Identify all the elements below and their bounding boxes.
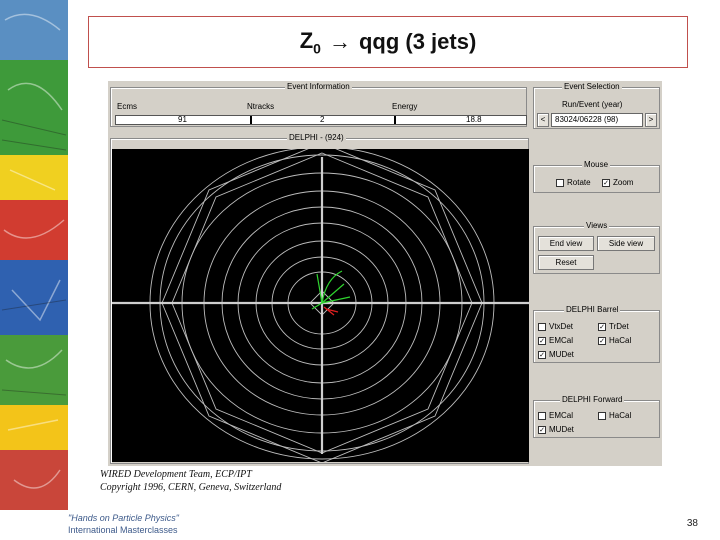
checkmark-icon: ✓ [538,336,546,345]
zoom-checkbox[interactable]: ✓ Zoom [602,178,633,187]
reset-button[interactable]: Reset [538,255,594,270]
views-panel: Views End view Side view Reset [533,221,660,274]
detector-svg [112,142,529,464]
credits-line1: WIRED Development Team, ECP/IPT [100,469,252,480]
barrel-trdet-checkbox[interactable]: ✓ TrDet [598,322,629,331]
detector-display[interactable] [112,142,529,464]
display-title: DELPHI - (924) [287,133,346,142]
barrel-panel: DELPHI Barrel VtxDet ✓ TrDet ✓ EMCal ✓ HaCa… [533,305,660,363]
forward-emcal-checkbox[interactable]: EMCal [538,411,573,420]
strip-pattern [1,13,67,489]
forward-panel: DELPHI Forward EMCal HaCal ✓ MUDet [533,395,660,438]
forward-title: DELPHI Forward [560,395,625,404]
event-selection-title: Event Selection [562,82,622,91]
barrel-hacal-checkbox[interactable]: ✓ HaCal [598,336,631,345]
barrel-vtxdet-checkbox[interactable]: VtxDet [538,322,573,331]
credits: WIRED Development Team, ECP/IPT Copyrigh… [100,468,281,494]
checkbox-box [556,178,564,187]
forward-mudet-checkbox[interactable]: ✓ MUDet [538,425,574,434]
event-display-app: Event Information Ecms Ntracks Energy 91… [108,81,662,466]
views-title: Views [584,221,610,230]
barrel-emcal-checkbox[interactable]: ✓ EMCal [538,336,573,345]
checkmark-icon: ✓ [602,178,610,187]
barrel-mudet-checkbox[interactable]: ✓ MUDet [538,350,574,359]
checkbox-box [538,411,546,420]
mouse-panel: Mouse Rotate ✓ Zoom [533,160,660,193]
ecms-value: 91 [178,115,187,124]
ntracks-label: Ntracks [247,102,275,111]
checkmark-icon: ✓ [538,425,546,434]
event-info-title: Event Information [285,82,352,91]
title-rest: qqg (3 jets) [358,29,477,54]
logo-line2: International Masterclasses [68,525,178,535]
checkmark-icon: ✓ [538,350,546,359]
checkbox-box [598,411,606,420]
next-event-button[interactable]: > [645,113,657,127]
run-event-field[interactable]: 83024/06228 (98) [551,113,643,127]
prev-event-button[interactable]: < [537,113,549,127]
forward-hacal-checkbox[interactable]: HaCal [598,411,631,420]
scale-tick [250,116,252,124]
ecms-label: Ecms [117,102,137,111]
energy-label: Energy [392,102,418,111]
energy-value: 18.8 [466,115,482,124]
mouse-title: Mouse [582,160,611,169]
event-info-panel: Event Information Ecms Ntracks Energy 91… [110,82,527,127]
page-number: 38 [686,518,698,529]
ntracks-value: 2 [320,115,325,124]
detector-axes [112,157,529,454]
side-view-button[interactable]: Side view [597,236,655,251]
checkmark-icon: ✓ [598,322,606,331]
scale-tick [394,116,396,124]
arrow-right-icon: → [328,29,351,54]
masterclass-logo: "Hands on Particle Physics" Internationa… [68,512,179,536]
decorative-side-strip [0,0,68,510]
run-event-label: Run/Event (year) [562,100,623,109]
checkbox-box [538,322,546,331]
barrel-title: DELPHI Barrel [564,305,621,314]
slide-title: Z0 → qqg (3 jets) [88,16,688,68]
credits-line2: Copyright 1996, CERN, Geneva, Switzerlan… [100,482,282,493]
event-info-scale: 91 2 18.8 [115,115,527,125]
event-selection-panel: Event Selection Run/Event (year) < 83024… [533,82,660,129]
title-main: Z0 [299,27,321,57]
end-view-button[interactable]: End view [538,236,594,251]
logo-line1: "Hands on Particle Physics" [68,513,179,523]
rotate-checkbox[interactable]: Rotate [556,178,591,187]
checkmark-icon: ✓ [598,336,606,345]
